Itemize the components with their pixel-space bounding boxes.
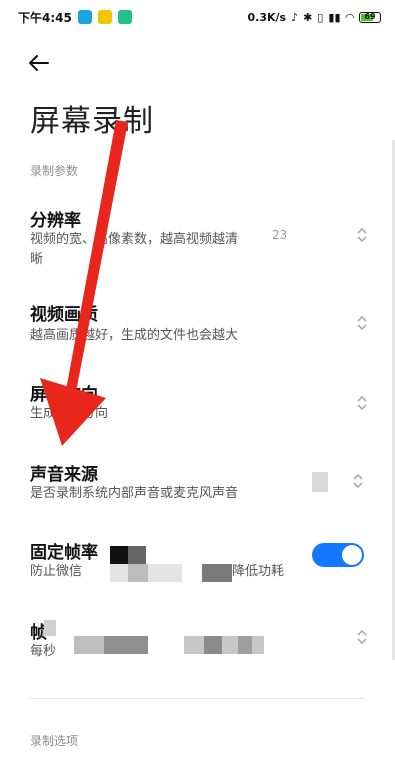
mosaic-block [110,546,128,564]
updown-icon [357,629,367,645]
section-label-options: 录制选项 [30,734,79,748]
vibrate-icon: ▯ [317,10,324,24]
notification-app-icon [117,10,132,24]
fixed-framerate-toggle[interactable] [312,543,364,567]
mosaic-block [128,564,148,582]
blurred-value [312,472,328,492]
updown-icon [357,227,367,243]
updown-icon [357,395,367,411]
setting-title: 分辨率 [30,211,81,231]
mosaic-block [44,620,56,636]
mosaic-block [238,636,252,654]
setting-value: 23 [272,228,288,242]
signal-icon: ▮▮ [328,10,341,24]
notification-app-icon [97,10,112,24]
back-arrow-icon[interactable] [24,48,54,78]
battery-icon: 69 [359,11,381,23]
setting-subtitle-tail: 降低功耗 [232,564,285,579]
page-title: 屏幕录制 [30,104,154,139]
setting-title: 视频画质 [30,305,98,325]
mosaic-block [202,564,232,582]
updown-icon [353,473,363,489]
notification-app-icon [77,10,92,24]
setting-fixed-framerate[interactable]: 固定帧率 防止微信 降低功耗 [0,532,395,604]
setting-screen-orientation[interactable]: 屏幕方向 生成视频方向 [0,372,395,436]
setting-title: 固定帧率 [30,543,98,563]
setting-subtitle: 是否录制系统内部声音或麦克风声音 [30,486,239,501]
tiktok-icon: ♪ [291,10,299,24]
setting-title: 屏幕方向 [30,385,98,405]
mosaic-block [184,636,264,654]
setting-title: 声音来源 [30,465,98,485]
setting-video-quality[interactable]: 视频画质 越高画质越好，生成的文件也会越大 [0,290,395,354]
status-right: 0.3K/s ♪ ✱ ▯ ▮▮ ◠ 69 [248,11,381,24]
setting-subtitle: 越高画质越好，生成的文件也会越大 [30,328,239,343]
mosaic-block [74,636,104,654]
mosaic-block [204,636,222,654]
setting-subtitle: 视频的宽、高像素数，越高视频越清 [30,232,239,247]
status-time: 下午4:45 [18,10,72,25]
setting-subtitle: 每秒 [30,644,57,659]
setting-resolution[interactable]: 分辨率 视频的宽、高像素数，越高视频越清 晰 23 [0,196,395,276]
status-bar: 下午4:45 0.3K/s ♪ ✱ ▯ ▮▮ ◠ 69 [0,0,395,34]
toggle-knob [342,545,362,565]
section-divider [30,698,365,699]
setting-framerate[interactable]: 帧 每秒 [0,612,395,676]
updown-icon [357,315,367,331]
section-label-params: 录制参数 [30,164,79,178]
mosaic-block [128,546,146,564]
setting-subtitle: 晰 [30,252,44,267]
setting-subtitle: 生成视频方向 [30,406,109,421]
bluetooth-icon: ✱ [303,10,313,24]
net-speed: 0.3K/s [247,10,287,24]
setting-subtitle: 防止微信 [30,564,83,579]
wifi-icon: ◠ [345,10,354,24]
setting-audio-source[interactable]: 声音来源 是否录制系统内部声音或麦克风声音 [0,454,395,518]
status-left: 下午4:45 [18,9,132,26]
